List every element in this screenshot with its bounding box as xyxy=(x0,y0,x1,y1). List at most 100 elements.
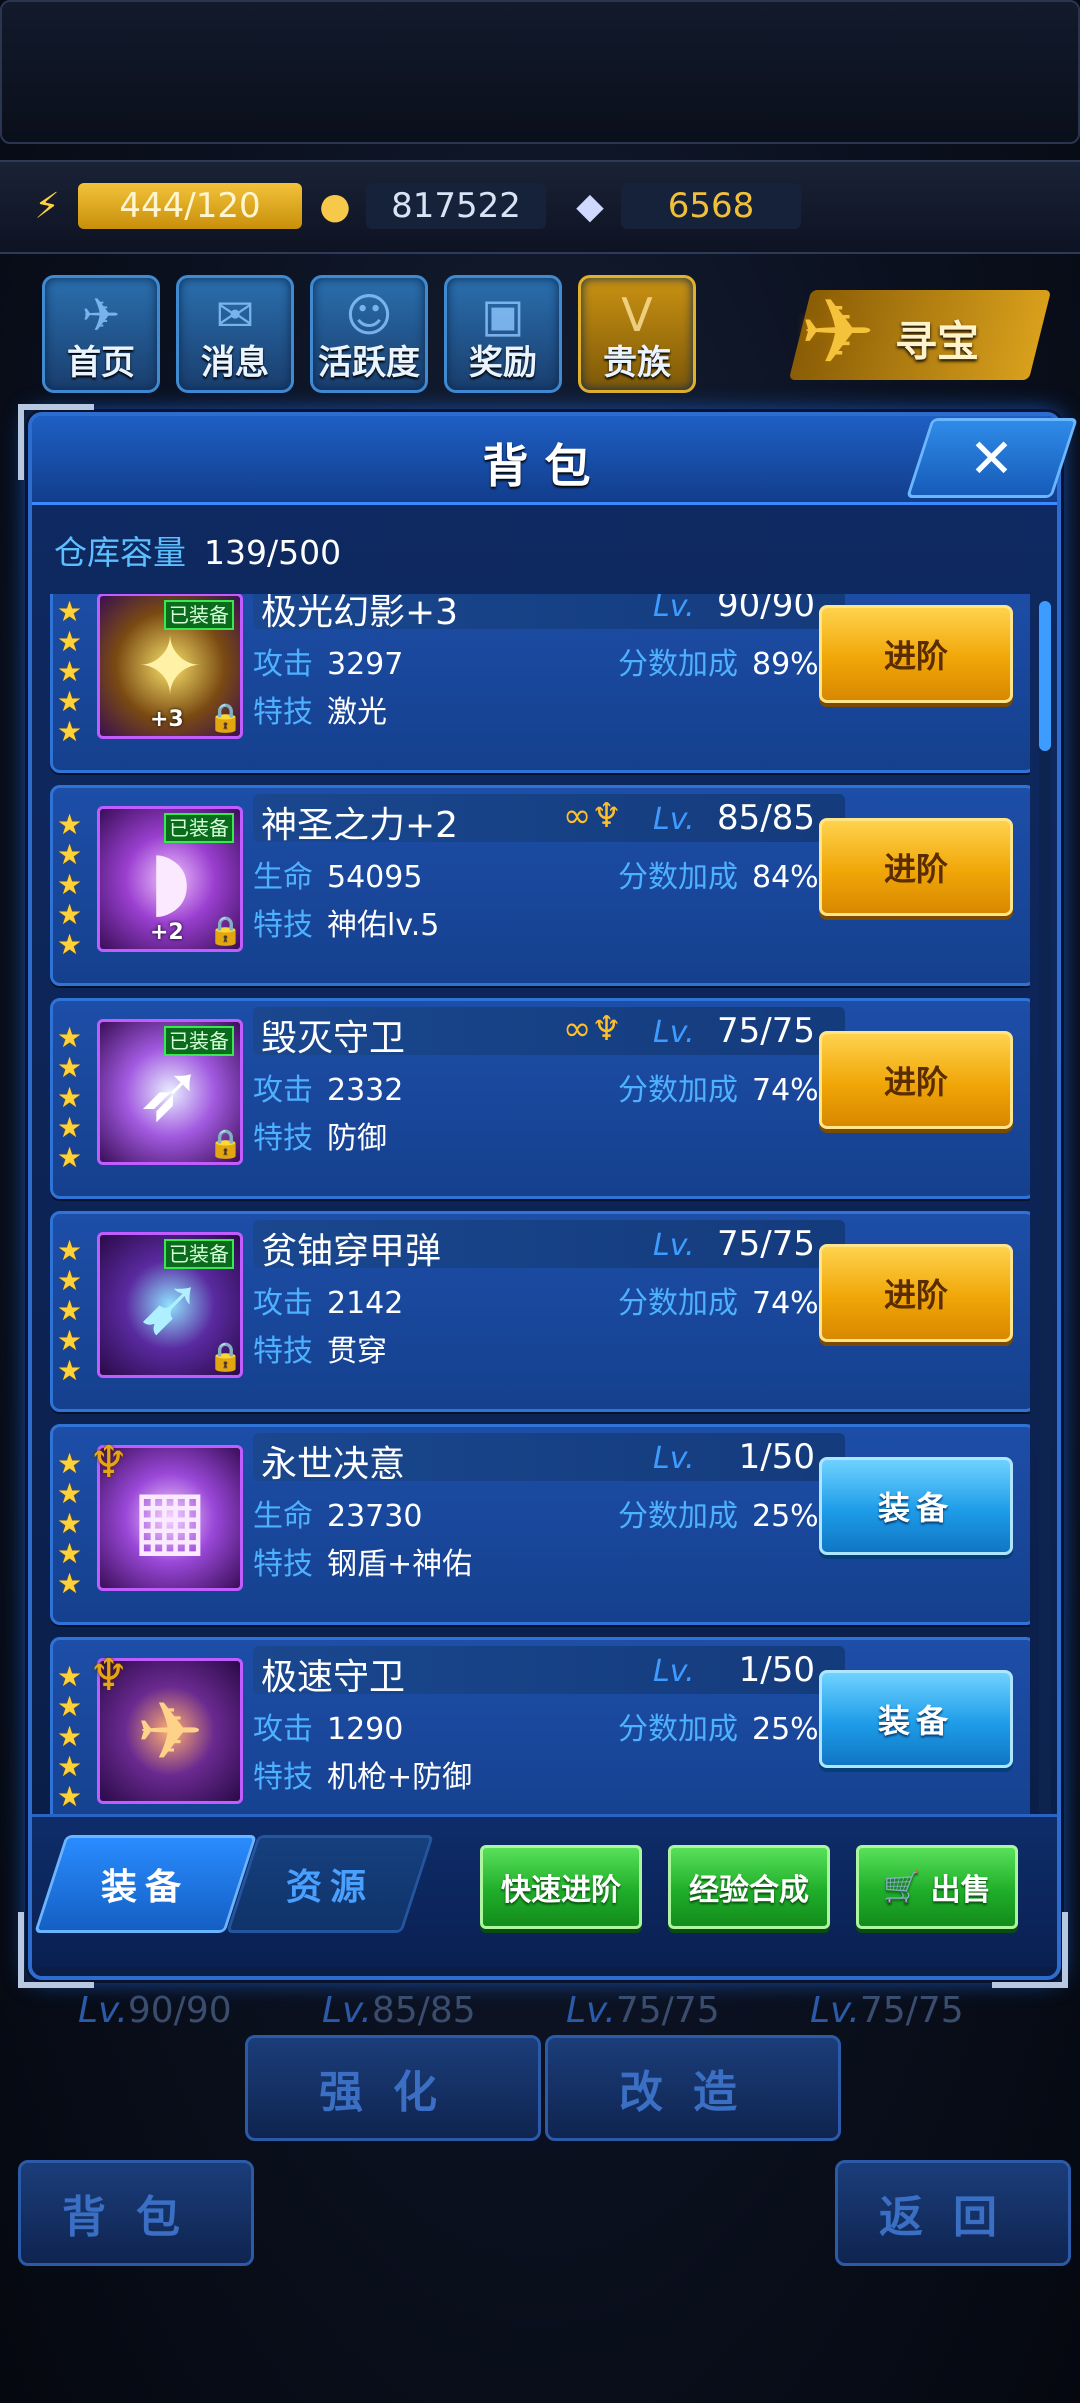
list-item[interactable]: ★ ★ ★ ★ ★ ➶ 已装备 🔒 毁灭守卫 ∞♆ Lv. 75/75 攻击 2332 分… xyxy=(50,998,1030,1199)
bonus-value: 84% xyxy=(752,860,819,895)
bonus-value: 25% xyxy=(752,1499,819,1534)
skill-label: 特技 xyxy=(253,695,313,730)
star-rating: ★ ★ ★ ★ ★ xyxy=(57,1447,83,1600)
gem-counter[interactable]: ◆ 6568 xyxy=(565,180,801,232)
under-level: Lv.85/85 xyxy=(322,1990,476,2031)
home-icon: ✈ xyxy=(81,288,121,342)
advance-button[interactable]: 进阶 xyxy=(819,1031,1013,1129)
stat-value: 54095 xyxy=(327,860,423,895)
quick-upgrade-button[interactable]: 快速进阶 xyxy=(480,1845,642,1929)
stat-label: 生命 xyxy=(253,860,313,895)
name-row: 神圣之力+2 ∞♆ Lv. 85/85 xyxy=(253,794,845,846)
level-value: 90/90 xyxy=(717,594,815,625)
advance-button[interactable]: 进阶 xyxy=(819,1244,1013,1342)
under-level: Lv.90/90 xyxy=(78,1990,232,2031)
equip-button[interactable]: 装备 xyxy=(819,1457,1013,1555)
list-item[interactable]: ★ ★ ★ ★ ★ ➹ 已装备 🔒 贫铀穿甲弹 Lv. 75/75 攻击 2142 分数加… xyxy=(50,1211,1030,1412)
list-item[interactable]: ★ ★ ★ ★ ★ ▦ ♆ 永世决意 Lv. 1/50 生命 23730 分数加成 25% … xyxy=(50,1424,1030,1625)
item-list[interactable]: ★ ★ ★ ★ ★ ✦ 已装备 +3 🔒 极光幻影+3 Lv. 90/90 攻击 3297… xyxy=(50,594,1030,1814)
storage-capacity: 仓库容量 139/500 xyxy=(54,526,341,574)
back-button[interactable]: 返回 xyxy=(835,2160,1071,2266)
sell-label: 出售 xyxy=(930,1873,991,1908)
skill-label: 特技 xyxy=(253,908,313,943)
list-item[interactable]: ★ ★ ★ ★ ★ ✦ 已装备 +3 🔒 极光幻影+3 Lv. 90/90 攻击 3297… xyxy=(50,594,1030,773)
gem-value: 6568 xyxy=(621,183,801,229)
gem-icon: ◆ xyxy=(576,185,604,227)
level-label: Lv. xyxy=(653,802,695,837)
modal-footer: 装备 资源 快速进阶 经验合成 🛒 出售 xyxy=(32,1814,1057,1967)
modal-header: 背包 ✕ xyxy=(32,416,1078,505)
level-label: Lv. xyxy=(653,1228,695,1263)
under-level-label: Lv. xyxy=(322,1990,372,2031)
scrollbar-thumb[interactable] xyxy=(1039,601,1051,751)
level-label: Lv. xyxy=(653,1654,695,1689)
star-rating: ★ ★ ★ ★ ★ xyxy=(57,1021,83,1174)
nav-messages[interactable]: ✉ 消息 xyxy=(176,275,294,393)
nav-home[interactable]: ✈ 首页 xyxy=(42,275,160,393)
nav-rewards-label: 奖励 xyxy=(469,343,537,383)
nav-rewards[interactable]: ▣ 奖励 xyxy=(444,275,562,393)
link-icon: ∞♆ xyxy=(563,1009,622,1049)
capacity-label: 仓库容量 xyxy=(54,533,186,572)
skill-value: 防御 xyxy=(327,1121,387,1156)
backpack-button[interactable]: 背包 xyxy=(18,2160,254,2266)
stat-label: 攻击 xyxy=(253,1712,313,1747)
activity-icon: ☺ xyxy=(345,288,393,342)
advance-button[interactable]: 进阶 xyxy=(819,605,1013,703)
nav-activity[interactable]: ☺ 活跃度 xyxy=(310,275,428,393)
strengthen-button[interactable]: 强化 xyxy=(245,2035,541,2141)
lock-icon: 🔒 xyxy=(208,701,243,734)
treasure-label: 寻宝 xyxy=(895,317,980,366)
background-frame xyxy=(0,0,1080,144)
item-name: 贫铀穿甲弹 xyxy=(261,1231,442,1272)
item-name: 永世决意 xyxy=(261,1444,406,1485)
advance-button[interactable]: 进阶 xyxy=(819,818,1013,916)
lock-icon: 🔒 xyxy=(208,914,243,947)
tab-resources[interactable]: 资源 xyxy=(226,1835,434,1933)
stat-value: 1290 xyxy=(327,1712,404,1747)
nav-noble[interactable]: V 贵族 xyxy=(578,275,696,393)
mail-icon: ✉ xyxy=(215,288,255,342)
score-bonus: 分数加成 84% xyxy=(618,852,819,896)
list-item[interactable]: ★ ★ ★ ★ ★ ◗ 已装备 +2 🔒 神圣之力+2 ∞♆ Lv. 85/85 生命 5… xyxy=(50,785,1030,986)
name-row: 极光幻影+3 Lv. 90/90 xyxy=(253,594,845,633)
under-level-value: 85/85 xyxy=(371,1990,476,2031)
item-thumbnail: ➶ 已装备 🔒 xyxy=(97,1019,243,1165)
link-icon: ∞♆ xyxy=(563,796,622,836)
energy-counter[interactable]: ⚡ 444/120 xyxy=(22,180,302,232)
star-rating: ★ ★ ★ ★ ★ xyxy=(57,808,83,961)
under-level-value: 90/90 xyxy=(127,1990,232,2031)
coin-counter[interactable]: ● 817522 xyxy=(310,180,546,232)
corner-decoration xyxy=(18,1912,94,1988)
score-bonus: 分数加成 25% xyxy=(618,1704,819,1748)
equip-button[interactable]: 装备 xyxy=(819,1670,1013,1768)
lock-icon: 🔒 xyxy=(208,1127,243,1160)
exp-merge-button[interactable]: 经验合成 xyxy=(668,1845,830,1929)
bonus-label: 分数加成 xyxy=(618,1286,738,1321)
modify-button[interactable]: 改造 xyxy=(545,2035,841,2141)
under-level-label: Lv. xyxy=(810,1990,860,2031)
list-item[interactable]: ★ ★ ★ ★ ★ ✈ ♆ 极速守卫 Lv. 1/50 攻击 1290 分数加成 25% 特… xyxy=(50,1637,1030,1814)
corner-decoration xyxy=(18,404,94,480)
bonus-label: 分数加成 xyxy=(618,1073,738,1108)
bonus-label: 分数加成 xyxy=(618,647,738,682)
skill-value: 钢盾+神佑 xyxy=(327,1547,473,1582)
level-label: Lv. xyxy=(653,594,695,624)
modal-title: 背包 xyxy=(482,439,607,493)
item-stat: 生命 23730 xyxy=(253,1491,422,1535)
item-thumbnail: ◗ 已装备 +2 🔒 xyxy=(97,806,243,952)
bonus-label: 分数加成 xyxy=(618,860,738,895)
close-button[interactable]: ✕ xyxy=(906,418,1078,498)
stat-label: 攻击 xyxy=(253,647,313,682)
under-level-value: 75/75 xyxy=(615,1990,720,2031)
under-level: Lv.75/75 xyxy=(810,1990,964,2031)
nav-messages-label: 消息 xyxy=(201,343,269,383)
close-icon: ✕ xyxy=(969,426,1015,490)
scrollbar-track[interactable] xyxy=(1039,601,1051,1816)
level-value: 75/75 xyxy=(717,1224,815,1264)
stat-label: 攻击 xyxy=(253,1286,313,1321)
item-skill: 特技 机枪+防御 xyxy=(253,1752,472,1796)
item-name: 神圣之力+2 xyxy=(261,805,459,846)
stat-value: 23730 xyxy=(327,1499,423,1534)
item-thumbnail: ➹ 已装备 🔒 xyxy=(97,1232,243,1378)
